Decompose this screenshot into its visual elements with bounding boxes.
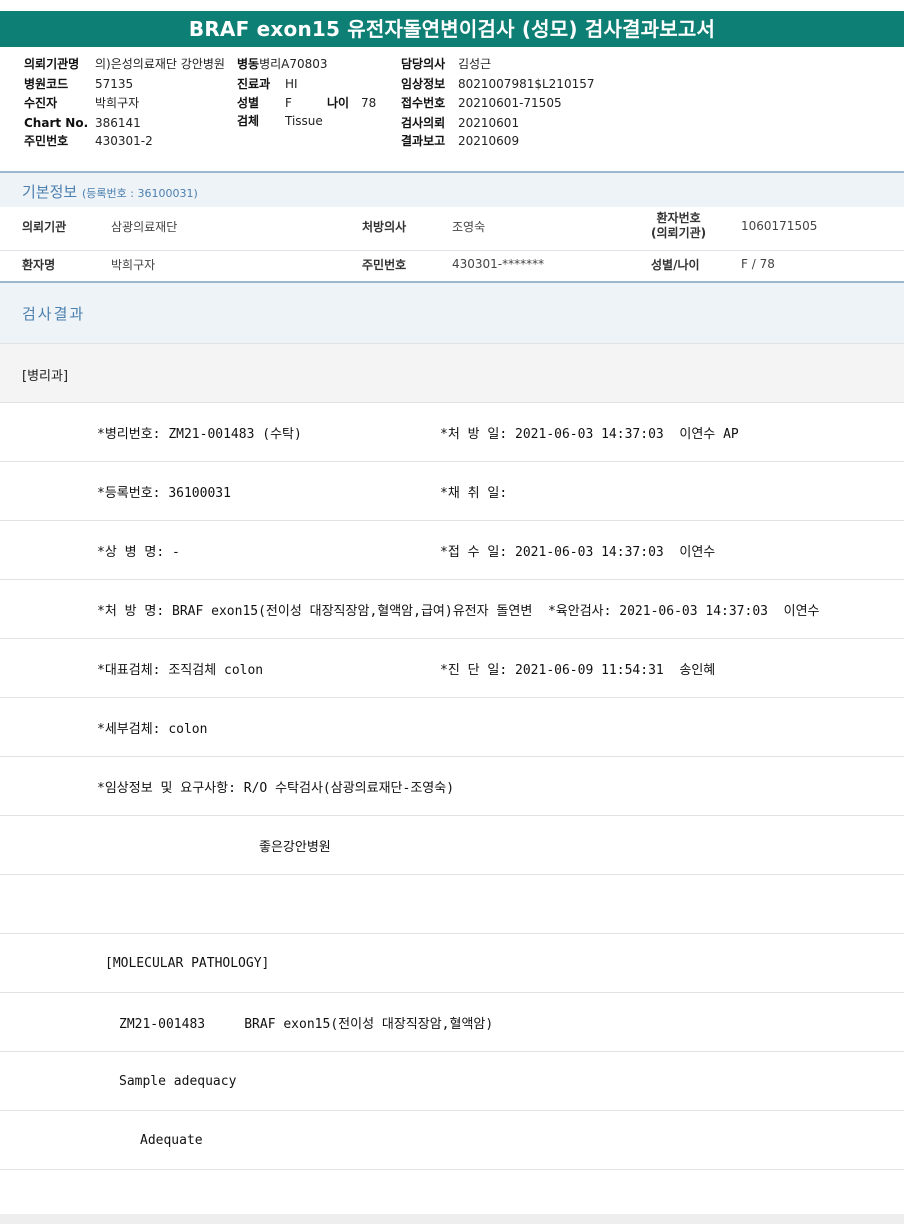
header-field-label: 임상정보 — [401, 77, 446, 91]
header-field-label: 진료과 — [237, 77, 271, 91]
result-line-right: *처 방 일: 2021-06-03 14:37:03 이연수 AP — [440, 427, 739, 442]
result-line: *세부검체: colon — [0, 698, 904, 757]
header-field-value: 김성근 — [458, 57, 492, 71]
header-field: 결과보고 20210609 — [401, 134, 519, 148]
header-field: 나이 78 — [327, 96, 376, 110]
header-field: 검사의뢰 20210601 — [401, 116, 519, 130]
basic-info-row-2: 환자명 박희구자 주민번호 430301-******* 성별/나이 F / 7… — [0, 245, 904, 283]
result-line-left: Adequate — [140, 1133, 203, 1148]
header-field-value: 20210601-71505 — [458, 96, 562, 110]
header-field-label: 성별 — [237, 96, 260, 110]
header-field: 접수번호 20210601-71505 — [401, 96, 562, 110]
info-value: 삼광의료재단 — [111, 219, 178, 234]
header-field-value: 20210609 — [458, 134, 520, 148]
header-field-label: 담당의사 — [401, 57, 446, 71]
header-field-label: 수진자 — [24, 96, 58, 110]
info-value: 박희구자 — [111, 257, 156, 272]
result-line-right: *진 단 일: 2021-06-09 11:54:31 송인혜 — [440, 663, 716, 678]
basic-info-header: 기본정보 (등록번호 : 36100031) — [0, 171, 904, 207]
header-field: 성별 F — [237, 96, 292, 110]
result-line-right: *채 취 일: — [440, 486, 508, 501]
header-field: Chart No. 386141 — [24, 116, 141, 130]
header-field-value: Tissue — [285, 114, 323, 128]
header-field-value: HI — [285, 77, 298, 91]
result-line-left: [MOLECULAR PATHOLOGY] — [105, 956, 270, 971]
header-field-label: 병원코드 — [24, 77, 69, 91]
header-field: 임상정보 8021007981$L210157 — [401, 77, 594, 91]
report-title: BRAF exon15 유전자돌연변이검사 (성모) 검사결과보고서 — [0, 11, 904, 47]
basic-info-title: 기본정보 — [22, 183, 78, 201]
header-field-label: 나이 — [327, 96, 350, 110]
header-field-value: 57135 — [95, 77, 134, 91]
result-line: *임상정보 및 요구사항: R/O 수탁검사(삼광의료재단-조영숙) — [0, 757, 904, 816]
results-title: 검사결과 — [22, 305, 86, 323]
header-field: 검체 Tissue — [237, 114, 323, 128]
header-field: 주민번호 430301-2 — [24, 134, 153, 148]
info-value: 1060171505 — [741, 219, 818, 233]
info-label: 환자번호 (의뢰기관) — [651, 211, 707, 240]
department-row: [병리과] — [0, 343, 904, 403]
header-field-label: 주민번호 — [24, 134, 69, 148]
result-line: *병리번호: ZM21-001483 (수탁) *처 방 일: 2021-06-0… — [0, 403, 904, 462]
header-field-value: 8021007981$L210157 — [458, 77, 595, 91]
header-field: 진료과 HI — [237, 77, 298, 91]
result-line-left: ZM21-001483 BRAF exon15(전이성 대장직장암,혈액암) — [119, 1017, 494, 1032]
result-line: 좋은강안병원 — [0, 816, 904, 875]
result-line-left: *세부검체: colon — [97, 722, 208, 737]
result-line-left: *처 방 명: BRAF exon15(전이성 대장직장암,혈액암,급여)유전자… — [97, 604, 820, 619]
result-line-right: *접 수 일: 2021-06-03 14:37:03 이연수 — [440, 545, 716, 560]
info-value: 조영숙 — [452, 219, 486, 234]
result-line-left: Sample adequacy — [119, 1074, 237, 1089]
result-line-left: 좋은강안병원 — [259, 840, 331, 855]
info-label: 환자명 — [22, 257, 56, 272]
header-field: 의뢰기관명 의)은성의료재단 강안병원 — [24, 57, 225, 71]
result-line: *처 방 명: BRAF exon15(전이성 대장직장암,혈액암,급여)유전자… — [0, 580, 904, 639]
result-line: *등록번호: 36100031 *채 취 일: — [0, 462, 904, 521]
header-field-label: Chart No. — [24, 116, 89, 130]
header-field-label: 검체 — [237, 114, 260, 128]
result-line — [0, 875, 904, 934]
basic-info-row-1: 의뢰기관 삼광의료재단 처방의사 조영숙 환자번호 (의뢰기관) 1060171… — [0, 207, 904, 245]
registration-number: (등록번호 : 36100031) — [81, 187, 198, 200]
header-field-value: 78 — [361, 96, 377, 110]
header-field-label: 병동 — [237, 57, 260, 71]
result-line: ZM21-001483 BRAF exon15(전이성 대장직장암,혈액암) — [0, 993, 904, 1052]
header-field-label: 의뢰기관명 — [24, 57, 80, 71]
result-line: Adequate — [0, 1111, 904, 1170]
result-line-left: *대표검체: 조직검체 colon — [97, 663, 264, 678]
header-field: 병동병리A70803 — [237, 57, 328, 71]
info-label: 처방의사 — [362, 219, 407, 234]
header-field-value: 20210601 — [458, 116, 520, 130]
header-field-value: 병리A70803 — [259, 57, 328, 71]
info-value: F / 78 — [741, 257, 775, 271]
header-field-value: 박희구자 — [95, 96, 140, 110]
result-line: Sample adequacy — [0, 1052, 904, 1111]
results-header: 검사결과 — [0, 281, 904, 343]
bottom-strip — [0, 1214, 904, 1224]
result-line-left: *등록번호: 36100031 — [97, 486, 231, 501]
header-field-value: 의)은성의료재단 강안병원 — [95, 57, 225, 71]
header-field-value: 430301-2 — [95, 134, 153, 148]
header-field-label: 검사의뢰 — [401, 116, 446, 130]
result-line-left: *상 병 명: - — [97, 545, 180, 560]
result-line: [MOLECULAR PATHOLOGY] — [0, 934, 904, 993]
info-label: 의뢰기관 — [22, 219, 67, 234]
result-line: *대표검체: 조직검체 colon *진 단 일: 2021-06-09 11:5… — [0, 639, 904, 698]
header-field: 담당의사 김성근 — [401, 57, 491, 71]
department-label: [병리과] — [22, 368, 69, 384]
result-line: *상 병 명: - *접 수 일: 2021-06-03 14:37:03 이연수 — [0, 521, 904, 580]
header-field: 병원코드 57135 — [24, 77, 133, 91]
result-line-left: *병리번호: ZM21-001483 (수탁) — [97, 427, 302, 442]
header-field: 수진자 박희구자 — [24, 96, 139, 110]
info-label: 성별/나이 — [651, 257, 700, 272]
header-field-label: 접수번호 — [401, 96, 446, 110]
info-value: 430301-******* — [452, 257, 545, 271]
result-line-left: *임상정보 및 요구사항: R/O 수탁검사(삼광의료재단-조영숙) — [97, 781, 455, 796]
header-field-label: 결과보고 — [401, 134, 446, 148]
header-field-value: F — [285, 96, 292, 110]
header-field-value: 386141 — [95, 116, 141, 130]
info-label: 주민번호 — [362, 257, 407, 272]
